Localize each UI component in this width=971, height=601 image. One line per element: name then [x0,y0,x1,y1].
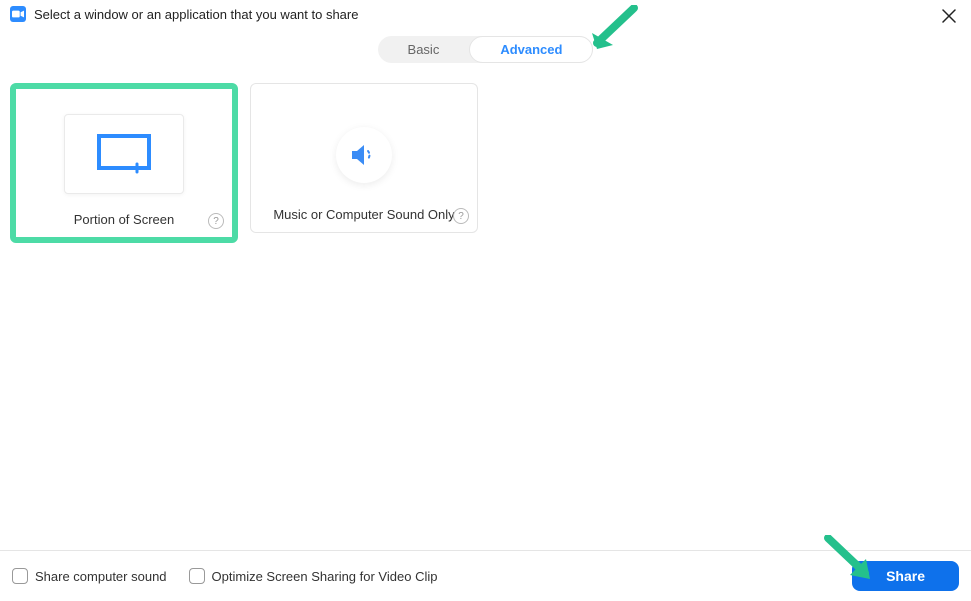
zoom-icon [10,6,26,22]
tab-advanced[interactable]: Advanced [469,36,593,63]
sound-preview [336,127,392,183]
speaker-icon [350,142,378,168]
share-button[interactable]: Share [852,561,959,591]
checkbox-optimize-video[interactable]: Optimize Screen Sharing for Video Clip [189,568,438,584]
checkbox-icon [189,568,205,584]
checkbox-icon [12,568,28,584]
option-portion-of-screen[interactable]: Portion of Screen ? [10,83,238,243]
checkbox-optimize-video-label: Optimize Screen Sharing for Video Clip [212,569,438,584]
tab-basic[interactable]: Basic [378,36,470,63]
close-button[interactable] [939,6,959,26]
screen-portion-icon [97,134,151,174]
window-title: Select a window or an application that y… [34,7,358,22]
checkbox-share-sound-label: Share computer sound [35,569,167,584]
window-header: Select a window or an application that y… [0,0,971,28]
option-music-sound[interactable]: Music or Computer Sound Only ? [250,83,478,233]
option-music-label: Music or Computer Sound Only [273,207,454,222]
help-icon[interactable]: ? [208,213,224,229]
options-grid: Portion of Screen ? Music or Computer So… [0,63,971,263]
option-portion-label: Portion of Screen [74,212,174,227]
close-icon [942,9,956,23]
tab-bar: Basic Advanced [0,36,971,63]
tab-group: Basic Advanced [378,36,594,63]
footer-bar: Share computer sound Optimize Screen Sha… [0,550,971,601]
portion-preview [64,114,184,194]
help-icon[interactable]: ? [453,208,469,224]
checkbox-share-sound[interactable]: Share computer sound [12,568,167,584]
